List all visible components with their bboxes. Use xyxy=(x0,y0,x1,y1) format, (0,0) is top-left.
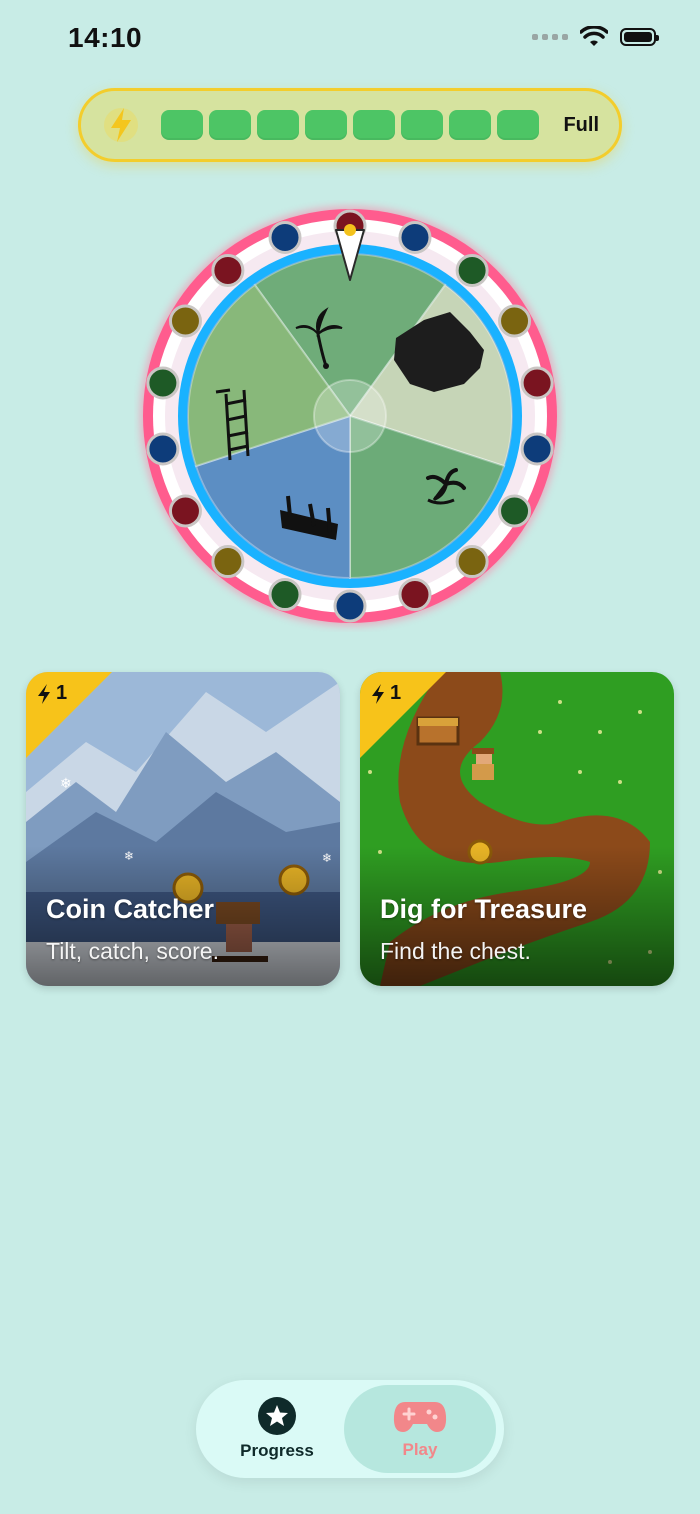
explorer-character-icon xyxy=(472,748,494,780)
energy-segment xyxy=(449,110,491,140)
wheel-peg xyxy=(168,304,202,338)
wheel-peg xyxy=(268,220,302,254)
wheel-peg xyxy=(211,253,245,287)
energy-cost-label: 1 xyxy=(370,682,401,705)
energy-segment xyxy=(305,110,347,140)
wheel-peg xyxy=(520,432,554,466)
wheel-peg xyxy=(498,494,532,528)
game-card-dig-for-treasure[interactable]: 1 Dig for Treasure Find the chest. xyxy=(360,672,674,986)
game-title: Dig for Treasure xyxy=(380,894,588,924)
status-time: 14:10 xyxy=(68,22,143,53)
energy-status-label: Full xyxy=(563,113,599,136)
cellular-signal-icon xyxy=(532,34,568,40)
svg-text:❄: ❄ xyxy=(60,775,72,791)
wheel-hub xyxy=(313,379,387,453)
energy-segment xyxy=(497,110,539,140)
gamepad-icon xyxy=(393,1402,447,1432)
wheel-peg xyxy=(268,578,302,612)
wheel-peg xyxy=(520,366,554,400)
energy-cost-label: 1 xyxy=(36,682,67,705)
wheel-peg xyxy=(146,432,180,466)
wheel-peg xyxy=(168,494,202,528)
wheel-peg xyxy=(398,578,432,612)
wheel-peg xyxy=(146,366,180,400)
wheel-peg xyxy=(333,589,367,623)
energy-segment xyxy=(401,110,443,140)
wheel-peg xyxy=(211,545,245,579)
tab-label: Play xyxy=(402,1440,438,1459)
spin-wheel[interactable] xyxy=(134,200,566,632)
lightning-bolt-icon xyxy=(372,683,384,704)
game-subtitle: Tilt, catch, score. xyxy=(46,938,219,964)
tab-play[interactable]: Play xyxy=(344,1385,496,1473)
energy-segments xyxy=(161,110,539,140)
game-card-coin-catcher[interactable]: ❄ ❄ ❄ 1 Coin Catcher Tilt, catch, score. xyxy=(26,672,340,986)
battery-icon xyxy=(620,28,659,46)
game-subtitle: Find the chest. xyxy=(380,938,531,964)
wheel-peg xyxy=(498,304,532,338)
energy-segment xyxy=(353,110,395,140)
lightning-bolt-icon xyxy=(101,105,141,145)
tab-progress[interactable]: Progress xyxy=(201,1385,353,1473)
energy-segment xyxy=(161,110,203,140)
wheel-peg xyxy=(398,220,432,254)
wheel-peg xyxy=(455,253,489,287)
status-icons xyxy=(532,26,659,48)
lightning-bolt-icon xyxy=(38,683,50,704)
energy-bar: Full xyxy=(78,88,622,162)
tab-label: Progress xyxy=(240,1441,314,1460)
energy-segment xyxy=(257,110,299,140)
wifi-icon xyxy=(580,26,608,46)
star-icon xyxy=(258,1397,296,1435)
game-title: Coin Catcher xyxy=(46,894,215,924)
wheel-peg xyxy=(455,545,489,579)
tab-bar: Progress Play xyxy=(196,1380,504,1478)
energy-segment xyxy=(209,110,251,140)
